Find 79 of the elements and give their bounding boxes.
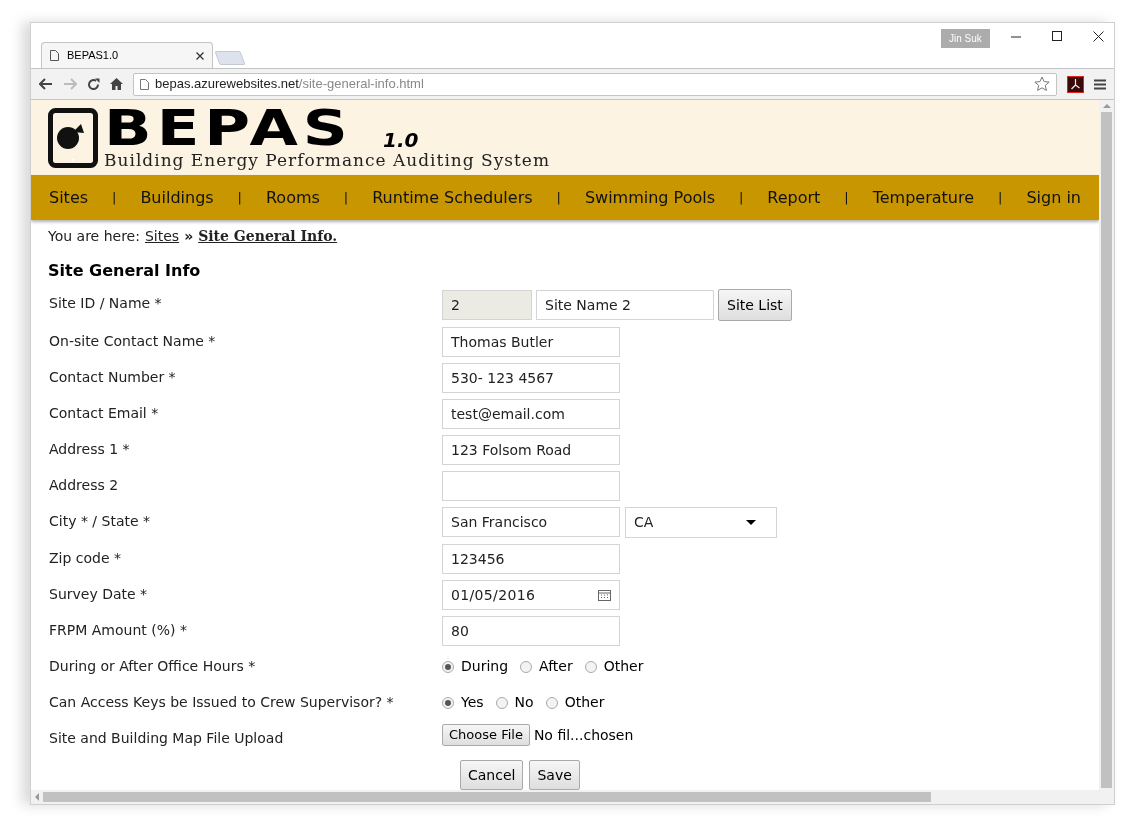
text-field[interactable] (442, 471, 620, 501)
nav-separator: | (556, 189, 561, 207)
choose-file-button[interactable]: Choose File (442, 724, 530, 746)
logo-version: 1.0 (383, 129, 419, 150)
text-field[interactable]: 123456 (442, 544, 620, 574)
field-label: On-site Contact Name * (48, 332, 217, 351)
field-label: City * / State * (48, 512, 151, 531)
site-list-button[interactable]: Site List (718, 289, 792, 321)
field-label: Address 1 * (48, 440, 131, 459)
maximize-icon[interactable] (1052, 31, 1063, 42)
nav-link[interactable]: Report (767, 185, 821, 210)
close-tab-icon[interactable] (196, 51, 204, 60)
nav-link[interactable]: Sign in (1026, 185, 1081, 210)
star-icon[interactable] (1034, 76, 1050, 92)
nav-link[interactable]: Rooms (265, 185, 320, 210)
tab-title: BEPAS1.0 (67, 48, 120, 64)
pdf-extension-icon[interactable] (1067, 75, 1084, 93)
page-heading: Site General Info (47, 260, 202, 282)
radio-option[interactable]: After (520, 656, 573, 677)
breadcrumb-link[interactable]: Sites (144, 226, 180, 247)
nav-link[interactable]: Sites (49, 185, 89, 210)
form-button[interactable]: Cancel (460, 760, 524, 790)
page-icon (140, 78, 149, 90)
field-label: Contact Number * (48, 368, 177, 387)
menu-icon[interactable] (1094, 78, 1106, 90)
field-label: FRPM Amount (%) * (48, 621, 188, 640)
nav-separator: | (998, 189, 1003, 207)
home-icon[interactable] (110, 78, 123, 90)
vertical-scrollbar[interactable] (1099, 100, 1114, 790)
breadcrumb-current[interactable]: Site General Info. (198, 226, 338, 247)
nav-separator: | (343, 189, 349, 207)
text-field[interactable]: 80 (442, 616, 620, 646)
state-dropdown[interactable]: CA (625, 507, 777, 538)
field-label: Contact Email * (48, 404, 160, 423)
site-name-field[interactable]: Site Name 2 (536, 290, 714, 320)
breadcrumb-separator: » (184, 227, 194, 246)
close-icon[interactable] (1093, 31, 1104, 42)
file-status: No fil...chosen (533, 725, 634, 745)
field-label: Can Access Keys be Issued to Crew Supervisor? * (48, 693, 395, 712)
nav-separator: | (237, 189, 242, 207)
url-text: bepas.azurewebsites.net/site-general-info.html (155, 75, 425, 94)
nav-link[interactable]: Swimming Pools (584, 185, 715, 210)
field-label: Zip code * (48, 549, 123, 568)
site-id-field[interactable]: 2 (442, 290, 532, 320)
field-label: Site and Building Map File Upload (48, 729, 285, 748)
date-field[interactable]: 01/05/2016 (442, 580, 620, 610)
radio-option[interactable]: No (495, 692, 534, 713)
nav-separator: | (112, 189, 117, 207)
field-label: During or After Office Hours * (48, 657, 257, 676)
nav-separator: | (844, 189, 849, 207)
logo-subtitle: Building Energy Performance Auditing System (104, 149, 551, 170)
form-button[interactable]: Save (529, 760, 580, 790)
radio-option[interactable]: Other (545, 692, 605, 713)
field-label: Survey Date * (48, 585, 149, 604)
text-field[interactable]: 530- 123 4567 (442, 363, 620, 393)
text-field[interactable]: test@email.com (442, 399, 620, 429)
tablet-logo-icon (48, 107, 98, 168)
radio-option[interactable]: Other (584, 656, 644, 677)
nav-link[interactable]: Runtime Schedulers (372, 185, 533, 210)
calendar-icon (598, 589, 611, 601)
logo-title: BEPAS (104, 105, 353, 150)
nav-separator: | (739, 189, 744, 207)
page-icon (50, 50, 59, 61)
text-field[interactable]: 123 Folsom Road (442, 435, 620, 465)
text-field[interactable]: Thomas Butler (442, 327, 620, 357)
field-label: Site ID / Name * (48, 294, 163, 313)
horizontal-scrollbar[interactable] (31, 790, 1114, 804)
city-field[interactable]: San Francisco (442, 507, 620, 537)
back-icon[interactable] (39, 78, 53, 90)
reload-icon[interactable] (87, 77, 100, 91)
radio-option[interactable]: Yes (442, 692, 484, 713)
breadcrumb-prefix: You are here: (48, 227, 140, 246)
browser-tab[interactable]: BEPAS1.0 (41, 42, 213, 68)
address-bar[interactable]: bepas.azurewebsites.net/site-general-info.html (133, 72, 1057, 96)
nav-link[interactable]: Temperature (872, 185, 975, 210)
radio-option[interactable]: During (442, 656, 509, 677)
caret-icon (746, 520, 756, 525)
nav-link[interactable]: Buildings (140, 185, 214, 210)
field-label: Address 2 (48, 476, 120, 495)
